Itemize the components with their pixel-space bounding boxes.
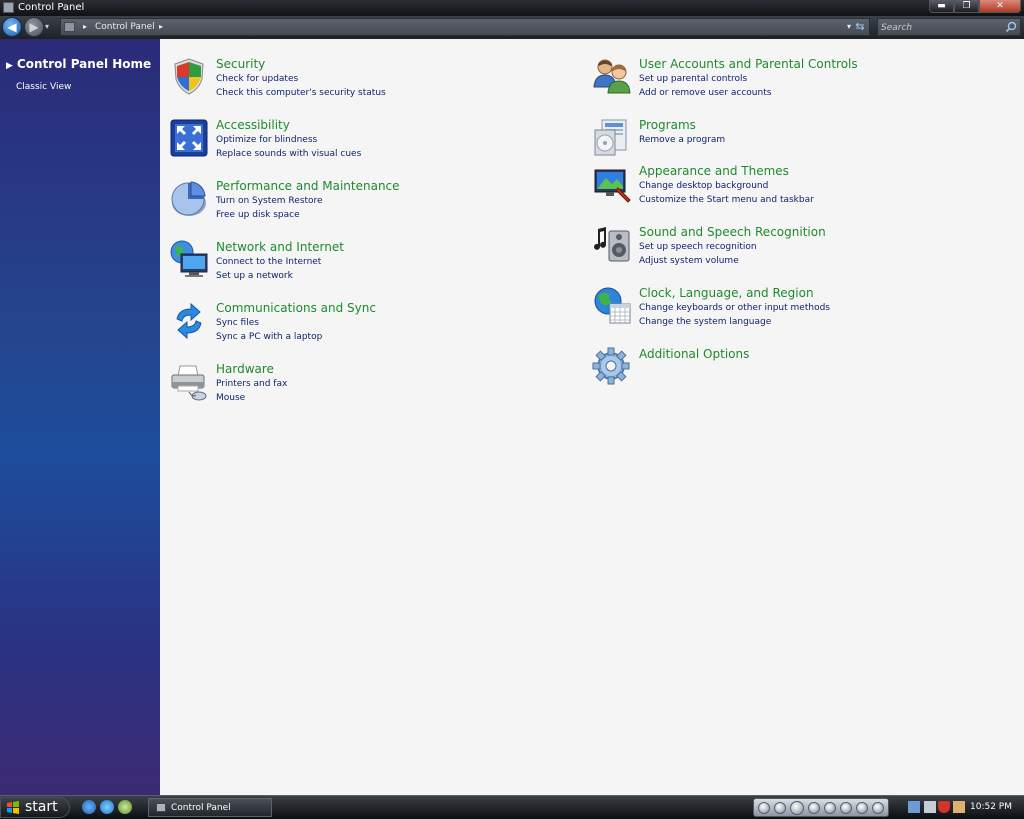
- play-icon[interactable]: [790, 801, 804, 815]
- network-globe-icon[interactable]: [169, 240, 209, 280]
- stop-icon[interactable]: [774, 802, 786, 814]
- category-title[interactable]: User Accounts and Parental Controls: [639, 57, 858, 71]
- security-shield-icon[interactable]: [169, 57, 209, 97]
- task-link[interactable]: Adjust system volume: [639, 256, 739, 266]
- task-link[interactable]: Optimize for blindness: [216, 135, 317, 145]
- category-title[interactable]: Clock, Language, and Region: [639, 286, 814, 300]
- restore-player-icon[interactable]: [872, 802, 884, 814]
- task-link[interactable]: Free up disk space: [216, 210, 300, 220]
- taskbar-item-control-panel[interactable]: Control Panel: [148, 798, 272, 817]
- accessibility-icon[interactable]: [169, 118, 209, 158]
- control-panel-icon: [64, 22, 75, 32]
- mute-icon[interactable]: [840, 802, 852, 814]
- category-title[interactable]: Additional Options: [639, 347, 749, 361]
- next-icon[interactable]: [824, 802, 836, 814]
- address-dropdown[interactable]: ▾: [847, 22, 851, 31]
- task-link[interactable]: Change desktop background: [639, 181, 768, 191]
- start-button[interactable]: start: [0, 797, 70, 818]
- search-box[interactable]: [877, 18, 1021, 36]
- category-title[interactable]: Sound and Speech Recognition: [639, 225, 826, 239]
- breadcrumb-separator[interactable]: ▸: [159, 22, 163, 31]
- programs-icon[interactable]: [592, 118, 632, 158]
- task-pane: ▶ Control Panel Home Classic View: [0, 39, 160, 795]
- users-tray-icon[interactable]: [953, 801, 965, 813]
- window-controls: ▬ ❐ ✕: [929, 0, 1021, 13]
- taskbar: start Control Panel 10:52 PM: [0, 795, 1024, 819]
- maximize-button[interactable]: ❐: [954, 0, 979, 13]
- search-input[interactable]: [881, 21, 1001, 34]
- control-panel-home-link[interactable]: ▶ Control Panel Home: [6, 57, 151, 71]
- category-title[interactable]: Security: [216, 57, 265, 71]
- task-link[interactable]: Check this computer's security status: [216, 88, 386, 98]
- appearance-monitor-icon[interactable]: [592, 164, 632, 204]
- sync-arrows-icon[interactable]: [169, 301, 209, 341]
- current-page-arrow-icon: ▶: [6, 61, 13, 71]
- control-panel-home-label: Control Panel Home: [16, 57, 152, 71]
- display-tray-icon[interactable]: [924, 801, 936, 813]
- media-player-toolbar: [753, 798, 889, 817]
- search-icon[interactable]: [1005, 21, 1017, 33]
- control-panel-icon: [3, 2, 14, 13]
- category-title[interactable]: Appearance and Themes: [639, 164, 789, 178]
- windows-logo-icon: [7, 801, 19, 814]
- category-title[interactable]: Communications and Sync: [216, 301, 376, 315]
- task-link[interactable]: Change the system language: [639, 317, 771, 327]
- task-link[interactable]: Turn on System Restore: [216, 196, 323, 206]
- media-player-icon[interactable]: [118, 800, 132, 814]
- task-link[interactable]: Connect to the Internet: [216, 257, 321, 267]
- start-label: start: [25, 799, 58, 815]
- task-link[interactable]: Set up parental controls: [639, 74, 747, 84]
- back-button[interactable]: ◀: [2, 17, 22, 37]
- task-link[interactable]: Sync files: [216, 318, 259, 328]
- window-title: Control Panel: [18, 2, 85, 13]
- task-link[interactable]: Replace sounds with visual cues: [216, 149, 361, 159]
- forward-button[interactable]: ▶: [24, 17, 44, 37]
- printer-icon[interactable]: [169, 362, 209, 402]
- category-title[interactable]: Performance and Maintenance: [216, 179, 400, 193]
- users-icon[interactable]: [592, 57, 632, 97]
- performance-pie-icon[interactable]: [169, 179, 209, 219]
- category-title[interactable]: Accessibility: [216, 118, 290, 132]
- taskbar-item-label: Control Panel: [171, 803, 231, 813]
- task-link[interactable]: Printers and fax: [216, 379, 287, 389]
- media-logo-icon[interactable]: [758, 802, 770, 814]
- gear-icon[interactable]: [592, 347, 632, 387]
- task-link[interactable]: Set up a network: [216, 271, 293, 281]
- minimize-button[interactable]: ▬: [929, 0, 954, 13]
- task-link[interactable]: Customize the Start menu and taskbar: [639, 195, 814, 205]
- navigation-toolbar: ◀ ▶ ▾ ▸ Control Panel ▸ ▾ ⇆: [0, 16, 1024, 39]
- previous-icon[interactable]: [808, 802, 820, 814]
- breadcrumb-control-panel[interactable]: Control Panel: [95, 22, 155, 32]
- security-tray-icon[interactable]: [938, 801, 950, 813]
- volume-icon[interactable]: [856, 802, 868, 814]
- clock[interactable]: 10:52 PM: [970, 802, 1012, 812]
- category-title[interactable]: Hardware: [216, 362, 274, 376]
- classic-view-link[interactable]: Classic View: [16, 82, 71, 92]
- task-link[interactable]: Mouse: [216, 393, 245, 403]
- category-title[interactable]: Network and Internet: [216, 240, 344, 254]
- clock-globe-icon[interactable]: [592, 286, 632, 326]
- close-button[interactable]: ✕: [979, 0, 1021, 13]
- internet-explorer-icon[interactable]: [100, 800, 114, 814]
- speaker-music-icon[interactable]: [592, 225, 632, 265]
- address-bar[interactable]: ▸ Control Panel ▸ ▾ ⇆: [60, 18, 870, 36]
- refresh-button[interactable]: ⇆: [853, 20, 867, 34]
- network-tray-icon[interactable]: [908, 801, 920, 813]
- task-link[interactable]: Change keyboards or other input methods: [639, 303, 830, 313]
- task-link[interactable]: Add or remove user accounts: [639, 88, 771, 98]
- title-bar: Control Panel ▬ ❐ ✕: [0, 0, 1024, 16]
- breadcrumb-separator[interactable]: ▸: [83, 22, 87, 31]
- control-panel-icon: [156, 803, 166, 812]
- show-desktop-icon[interactable]: [82, 800, 96, 814]
- category-title[interactable]: Programs: [639, 118, 696, 132]
- recent-pages-dropdown[interactable]: ▾: [45, 22, 49, 31]
- task-link[interactable]: Check for updates: [216, 74, 298, 84]
- task-link[interactable]: Set up speech recognition: [639, 242, 757, 252]
- task-link[interactable]: Sync a PC with a laptop: [216, 332, 322, 342]
- task-link[interactable]: Remove a program: [639, 135, 725, 145]
- category-view: Security Check for updates Check this co…: [160, 39, 1024, 795]
